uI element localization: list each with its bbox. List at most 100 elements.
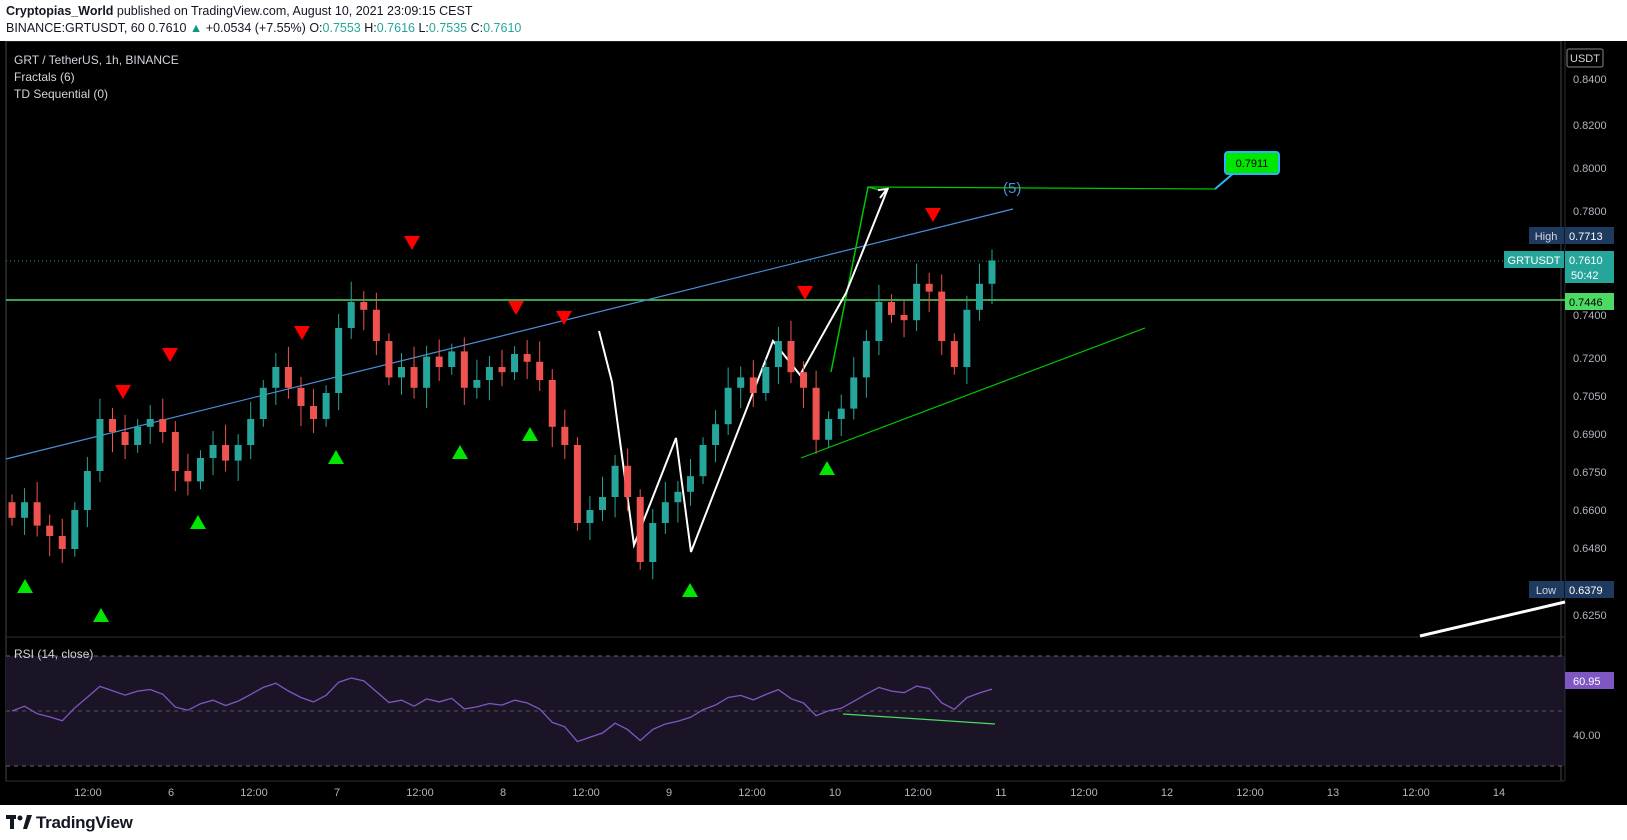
candle-body bbox=[196, 458, 204, 482]
candle-body bbox=[58, 536, 66, 549]
candle-body bbox=[71, 510, 79, 549]
footer: TradingView bbox=[0, 808, 1627, 840]
price-chart[interactable]: GRT / TetherUS, 1h, BINANCE Fractals (6)… bbox=[0, 41, 1627, 805]
indicator-td-label[interactable]: TD Sequential (0) bbox=[14, 87, 108, 101]
price-tick: 0.8200 bbox=[1573, 120, 1607, 132]
close-label: C: bbox=[470, 21, 484, 35]
price-tick: 0.6250 bbox=[1573, 610, 1607, 622]
candle-body bbox=[272, 367, 280, 388]
price-tick: 0.7050 bbox=[1573, 391, 1607, 403]
candle-body bbox=[724, 387, 732, 425]
ohlc-line: BINANCE:GRTUSDT, 60 0.7610 ▲ +0.0534 (+7… bbox=[6, 21, 521, 35]
time-tick: 8 bbox=[500, 787, 506, 799]
open-value: 0.7553 bbox=[322, 21, 361, 35]
candle-body bbox=[887, 302, 895, 315]
low-label: L: bbox=[418, 21, 429, 35]
high-value: 0.7616 bbox=[376, 21, 415, 35]
candle-body bbox=[825, 419, 833, 440]
candle-body bbox=[159, 419, 167, 432]
candle-body bbox=[109, 419, 117, 432]
publish-header: Cryptopias_World published on TradingVie… bbox=[0, 0, 1627, 40]
rsi-label[interactable]: RSI (14, close) bbox=[14, 647, 93, 661]
tradingview-logo[interactable]: TradingView bbox=[6, 813, 133, 833]
time-tick: 9 bbox=[666, 787, 672, 799]
price-tick: 0.7400 bbox=[1573, 310, 1607, 322]
candle-body bbox=[284, 367, 292, 388]
time-tick: 12:00 bbox=[240, 787, 268, 799]
price-tick: 0.7800 bbox=[1573, 206, 1607, 218]
candle-body bbox=[8, 502, 16, 518]
candle-body bbox=[360, 302, 368, 310]
wave-5-label: (5) bbox=[1003, 180, 1021, 197]
candle-body bbox=[460, 351, 468, 388]
up-arrow-icon: ▲ bbox=[189, 21, 203, 35]
candle-body bbox=[573, 445, 581, 523]
candle-body bbox=[511, 354, 519, 373]
candle-body bbox=[209, 445, 217, 458]
time-tick: 14 bbox=[1493, 787, 1505, 799]
candle-body bbox=[247, 419, 255, 445]
candle-body bbox=[83, 471, 91, 510]
candle-body bbox=[712, 424, 720, 445]
time-tick: 12:00 bbox=[1402, 787, 1430, 799]
change-text: +0.0534 (+7.55%) bbox=[205, 21, 306, 35]
time-tick: 13 bbox=[1327, 787, 1339, 799]
candle-body bbox=[561, 426, 569, 445]
low-tag-label: Low bbox=[1536, 585, 1556, 597]
bar-countdown: 50:42 bbox=[1571, 270, 1599, 282]
published-text: published on TradingView.com, August 10,… bbox=[116, 4, 473, 18]
time-tick: 11 bbox=[995, 787, 1006, 799]
candle-body bbox=[485, 367, 493, 380]
candle-body bbox=[134, 426, 142, 445]
time-tick: 12:00 bbox=[406, 787, 434, 799]
time-tick: 12:00 bbox=[904, 787, 932, 799]
candle-body bbox=[184, 471, 192, 482]
time-tick: 12:00 bbox=[738, 787, 766, 799]
candle-body bbox=[674, 491, 682, 503]
publish-line: Cryptopias_World published on TradingVie… bbox=[6, 4, 472, 18]
open-label: O: bbox=[309, 21, 323, 35]
candle-body bbox=[988, 260, 996, 284]
close-value: 0.7610 bbox=[483, 21, 522, 35]
candle-body bbox=[222, 445, 230, 461]
candle-body bbox=[234, 445, 242, 461]
candle-body bbox=[787, 341, 795, 373]
candle-body bbox=[347, 302, 355, 328]
candle-body bbox=[737, 377, 745, 388]
candle-body bbox=[171, 432, 179, 471]
price-tick: 0.6480 bbox=[1573, 543, 1607, 555]
candle-body bbox=[837, 408, 845, 419]
candle-body bbox=[335, 328, 343, 393]
candle-body bbox=[322, 393, 330, 419]
candle-body bbox=[950, 341, 958, 367]
candle-body bbox=[536, 361, 544, 380]
price-tick: 0.8000 bbox=[1573, 163, 1607, 175]
indicator-fractals-label[interactable]: Fractals (6) bbox=[14, 70, 75, 84]
candle-body bbox=[146, 419, 154, 427]
high-value: 0.7713 bbox=[1569, 231, 1603, 243]
candle-body bbox=[259, 387, 267, 419]
candle-body bbox=[33, 502, 41, 526]
candle-body bbox=[762, 367, 770, 393]
time-tick: 6 bbox=[168, 787, 174, 799]
candle-body bbox=[21, 502, 29, 518]
candle-body bbox=[900, 315, 908, 321]
time-tick: 10 bbox=[829, 787, 841, 799]
candle-body bbox=[938, 291, 946, 341]
candle-body bbox=[385, 341, 393, 378]
chart-title: GRT / TetherUS, 1h, BINANCE bbox=[14, 53, 179, 67]
last-price-value: 0.7610 bbox=[1569, 255, 1603, 267]
candle-body bbox=[862, 341, 870, 378]
target-price-label: 0.7911 bbox=[1236, 158, 1269, 170]
time-tick: 7 bbox=[334, 787, 340, 799]
candle-body bbox=[699, 445, 707, 477]
author-name[interactable]: Cryptopias_World bbox=[6, 4, 113, 18]
price-tick: 0.7200 bbox=[1573, 353, 1607, 365]
candle-body bbox=[410, 367, 418, 388]
currency-label: USDT bbox=[1570, 53, 1600, 65]
price-tick: 0.6900 bbox=[1573, 429, 1607, 441]
candle-body bbox=[611, 465, 619, 497]
tradingview-logo-icon bbox=[6, 814, 32, 829]
candle-body bbox=[599, 497, 607, 510]
candle-body bbox=[913, 283, 921, 321]
